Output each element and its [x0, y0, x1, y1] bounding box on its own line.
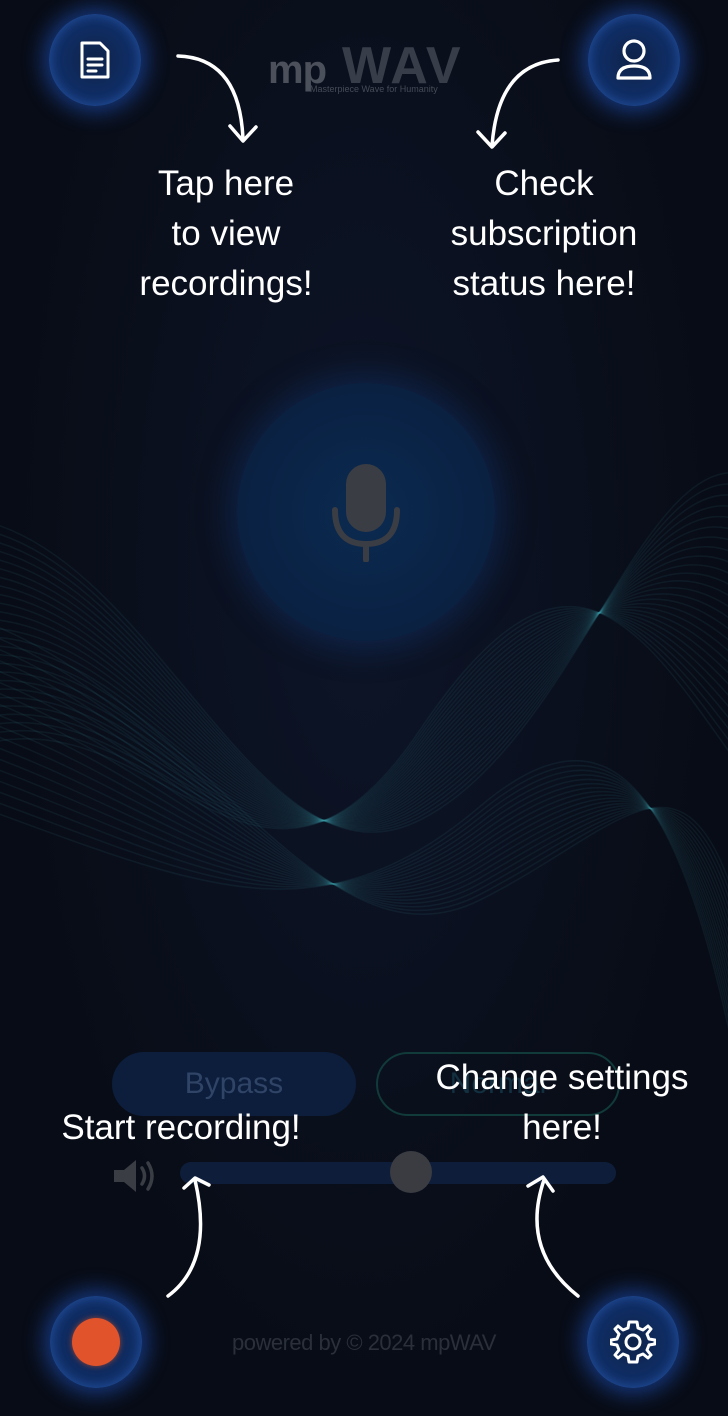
hint-change-settings: Change settings here!	[412, 1053, 712, 1153]
wave-line	[0, 608, 728, 823]
hint-line: Tap here	[157, 164, 295, 203]
speaker-icon	[114, 1160, 154, 1192]
hint-line: status here!	[452, 264, 636, 303]
account-button[interactable]	[588, 14, 680, 106]
wave-line	[0, 612, 728, 824]
hint-line: Change settings	[435, 1058, 689, 1097]
hint-line: to view	[171, 214, 281, 253]
app-screen: mp WAV Masterpiece Wave for Humanity Tap…	[0, 0, 728, 1416]
logo-tagline: Masterpiece Wave for Humanity	[310, 84, 438, 94]
hint-line: here!	[522, 1108, 602, 1147]
microphone-icon	[332, 464, 400, 562]
hint-subscription-status: Check subscription status here!	[414, 159, 674, 309]
wave-line	[0, 725, 728, 960]
volume-slider-thumb[interactable]	[390, 1151, 433, 1193]
hint-line: subscription	[450, 214, 638, 253]
gear-icon	[610, 1320, 656, 1364]
wave-line	[0, 660, 728, 908]
microphone-button[interactable]	[237, 383, 495, 641]
settings-button[interactable]	[587, 1296, 679, 1388]
wave-line	[0, 611, 728, 825]
hint-line: Start recording!	[61, 1108, 301, 1147]
user-icon	[616, 39, 652, 80]
document-icon	[80, 41, 110, 79]
hint-view-recordings: Tap here to view recordings!	[96, 159, 356, 309]
hint-line: recordings!	[139, 264, 313, 303]
recordings-button[interactable]	[49, 14, 141, 106]
hint-line: Check	[494, 164, 594, 203]
app-logo: mp WAV Masterpiece Wave for Humanity	[262, 26, 468, 100]
hint-start-recording: Start recording!	[40, 1103, 322, 1153]
